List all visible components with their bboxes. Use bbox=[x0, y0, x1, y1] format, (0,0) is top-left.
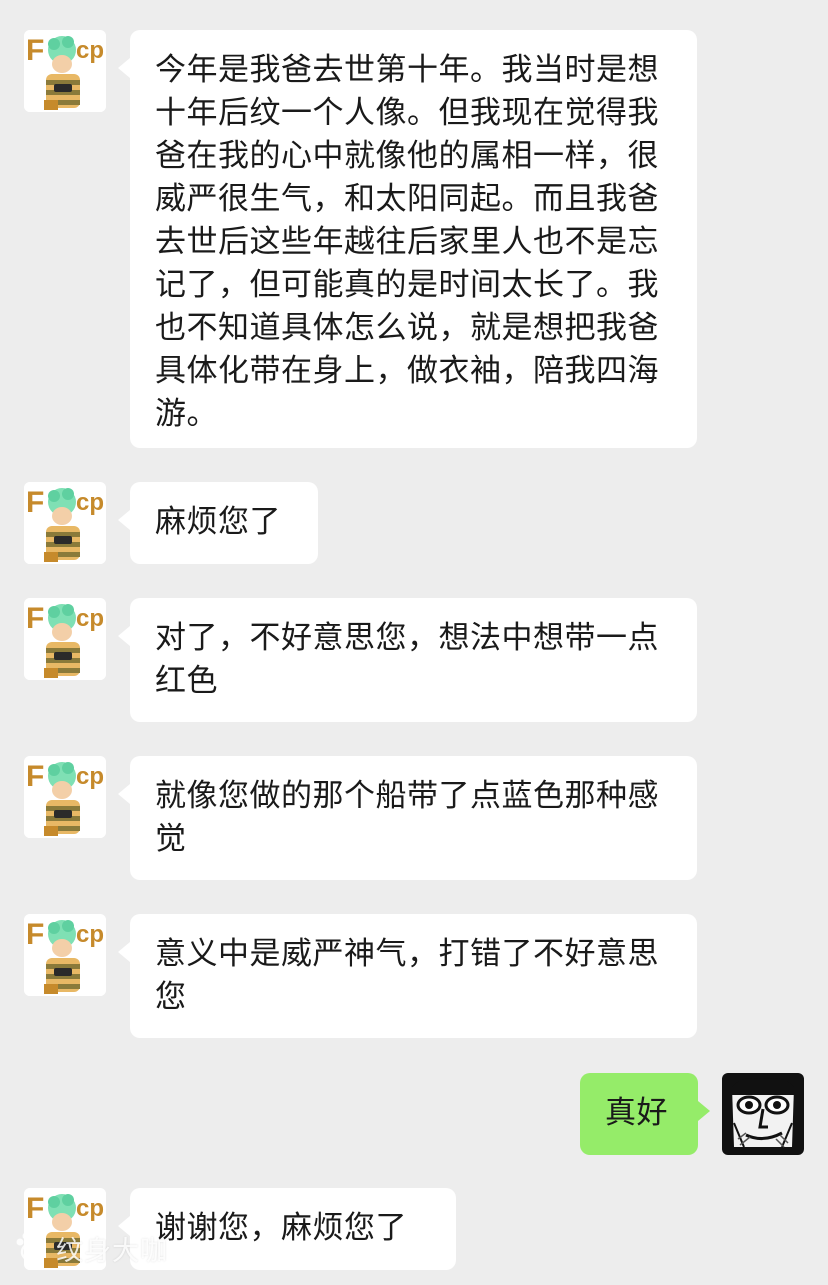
contact-avatar[interactable]: F cp bbox=[24, 914, 106, 996]
svg-text:cp: cp bbox=[76, 763, 104, 790]
svg-text:F: F bbox=[26, 760, 44, 793]
svg-text:F: F bbox=[26, 918, 44, 951]
svg-text:F: F bbox=[26, 486, 44, 519]
svg-text:F: F bbox=[26, 1192, 44, 1225]
contact-avatar[interactable]: F cp bbox=[24, 756, 106, 838]
bubble-tail bbox=[118, 58, 130, 78]
watermark: 纹身大咖 bbox=[12, 1228, 168, 1268]
cartoon-boy-avatar-icon: F cp bbox=[24, 482, 106, 564]
paw-logo-icon bbox=[16, 1232, 44, 1262]
svg-text:cp: cp bbox=[76, 1195, 104, 1222]
message-bubble-outgoing[interactable]: 真好 bbox=[580, 1073, 698, 1155]
svg-text:cp: cp bbox=[76, 489, 104, 516]
contact-avatar[interactable]: F cp bbox=[24, 30, 106, 112]
cartoon-boy-avatar-icon: F cp bbox=[24, 756, 106, 838]
svg-text:cp: cp bbox=[76, 37, 104, 64]
message-bubble[interactable]: 今年是我爸去世第十年。我当时是想十年后纹一个人像。但我现在觉得我爸在我的心中就像… bbox=[130, 30, 697, 448]
cartoon-boy-avatar-icon: F cp bbox=[24, 598, 106, 680]
contact-avatar[interactable]: F cp bbox=[24, 598, 106, 680]
svg-text:F: F bbox=[26, 602, 44, 635]
svg-text:F: F bbox=[26, 34, 44, 67]
message-bubble[interactable]: 对了，不好意思您，想法中想带一点红色 bbox=[130, 598, 697, 722]
message-bubble[interactable]: 麻烦您了 bbox=[130, 482, 318, 564]
bubble-tail bbox=[118, 626, 130, 646]
self-avatar[interactable] bbox=[722, 1073, 804, 1155]
message-bubble[interactable]: 就像您做的那个船带了点蓝色那种感觉 bbox=[130, 756, 697, 880]
message-bubble[interactable]: 谢谢您，麻烦您了 bbox=[130, 1188, 456, 1270]
cartoon-boy-avatar-icon: F cp bbox=[24, 914, 106, 996]
watermark-text: 纹身大咖 bbox=[56, 1235, 168, 1267]
bubble-tail bbox=[118, 784, 130, 804]
sketch-face-avatar-icon bbox=[722, 1073, 804, 1155]
cartoon-boy-avatar-icon: F cp bbox=[24, 30, 106, 112]
bubble-tail bbox=[118, 942, 130, 962]
bubble-tail bbox=[698, 1101, 710, 1121]
svg-text:cp: cp bbox=[76, 921, 104, 948]
bubble-tail bbox=[118, 510, 130, 530]
svg-text:cp: cp bbox=[76, 605, 104, 632]
contact-avatar[interactable]: F cp bbox=[24, 482, 106, 564]
message-bubble[interactable]: 意义中是威严神气，打错了不好意思您 bbox=[130, 914, 697, 1038]
